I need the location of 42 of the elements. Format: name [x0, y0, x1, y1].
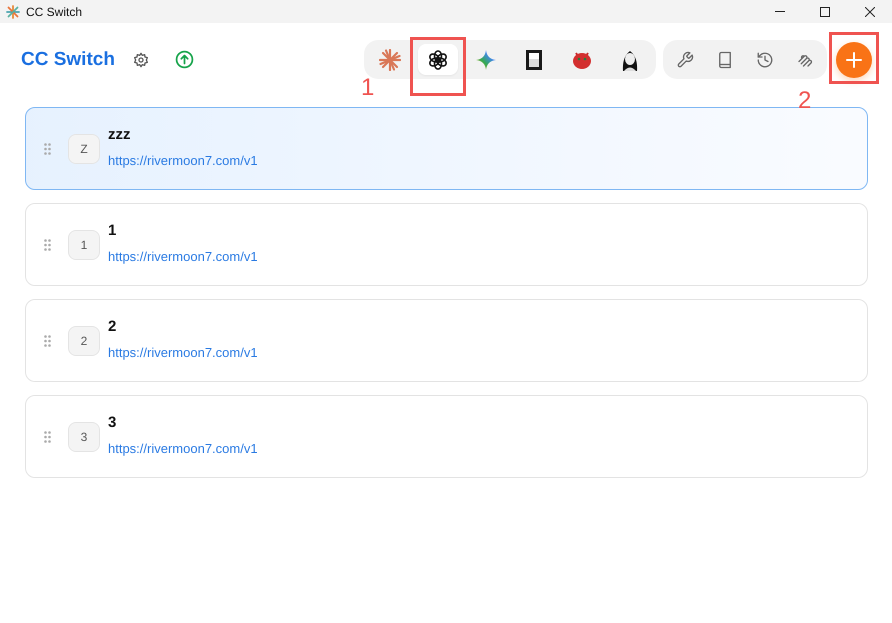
silhouette-icon [620, 48, 640, 70]
creature-icon [571, 50, 593, 70]
window-title: CC Switch [26, 4, 82, 18]
provider-initial: Z [68, 134, 100, 164]
provider-card[interactable]: 1 1 https://rivermoon7.com/v1 [25, 203, 868, 286]
provider-url[interactable]: https://rivermoon7.com/v1 [108, 152, 258, 168]
history-icon[interactable] [756, 50, 774, 68]
app-logo-icon [6, 4, 20, 18]
provider-initial: 1 [68, 230, 100, 260]
provider-name: 2 [108, 318, 118, 334]
drag-handle-icon[interactable] [44, 430, 51, 442]
highlight-frame [410, 37, 466, 96]
provider-card[interactable]: 3 3 https://rivermoon7.com/v1 [25, 395, 868, 478]
square-icon [526, 50, 542, 70]
drag-handle-icon[interactable] [44, 334, 51, 346]
annotation-number: 1 [361, 76, 374, 100]
maximize-icon[interactable] [820, 6, 830, 16]
provider-url[interactable]: https://rivermoon7.com/v1 [108, 248, 258, 264]
highlight-frame [829, 32, 879, 84]
wrench-icon[interactable] [676, 50, 694, 68]
burst-icon [379, 48, 401, 70]
provider-name: zzz [108, 126, 132, 142]
provider-url[interactable]: https://rivermoon7.com/v1 [108, 440, 258, 456]
minimize-icon[interactable] [774, 11, 784, 12]
close-icon[interactable] [864, 6, 874, 16]
book-icon[interactable] [716, 50, 734, 68]
drag-handle-icon[interactable] [44, 142, 51, 154]
provider-initial: 2 [68, 326, 100, 356]
sparkle-icon [476, 50, 496, 70]
app-tab[interactable] [418, 44, 458, 75]
provider-card[interactable]: Z zzz https://rivermoon7.com/v1 [25, 107, 868, 190]
drag-handle-icon[interactable] [44, 238, 51, 250]
app-title: CC Switch [21, 48, 115, 70]
provider-name: 1 [108, 222, 118, 238]
provider-url[interactable]: https://rivermoon7.com/v1 [108, 344, 258, 360]
provider-card[interactable]: 2 2 https://rivermoon7.com/v1 [25, 299, 868, 382]
settings-icon[interactable] [132, 52, 149, 68]
provider-name: 3 [108, 414, 118, 430]
knot-icon [428, 50, 448, 70]
add-button[interactable] [836, 42, 872, 78]
plus-icon[interactable] [846, 52, 862, 68]
provider-initial: 3 [68, 422, 100, 452]
